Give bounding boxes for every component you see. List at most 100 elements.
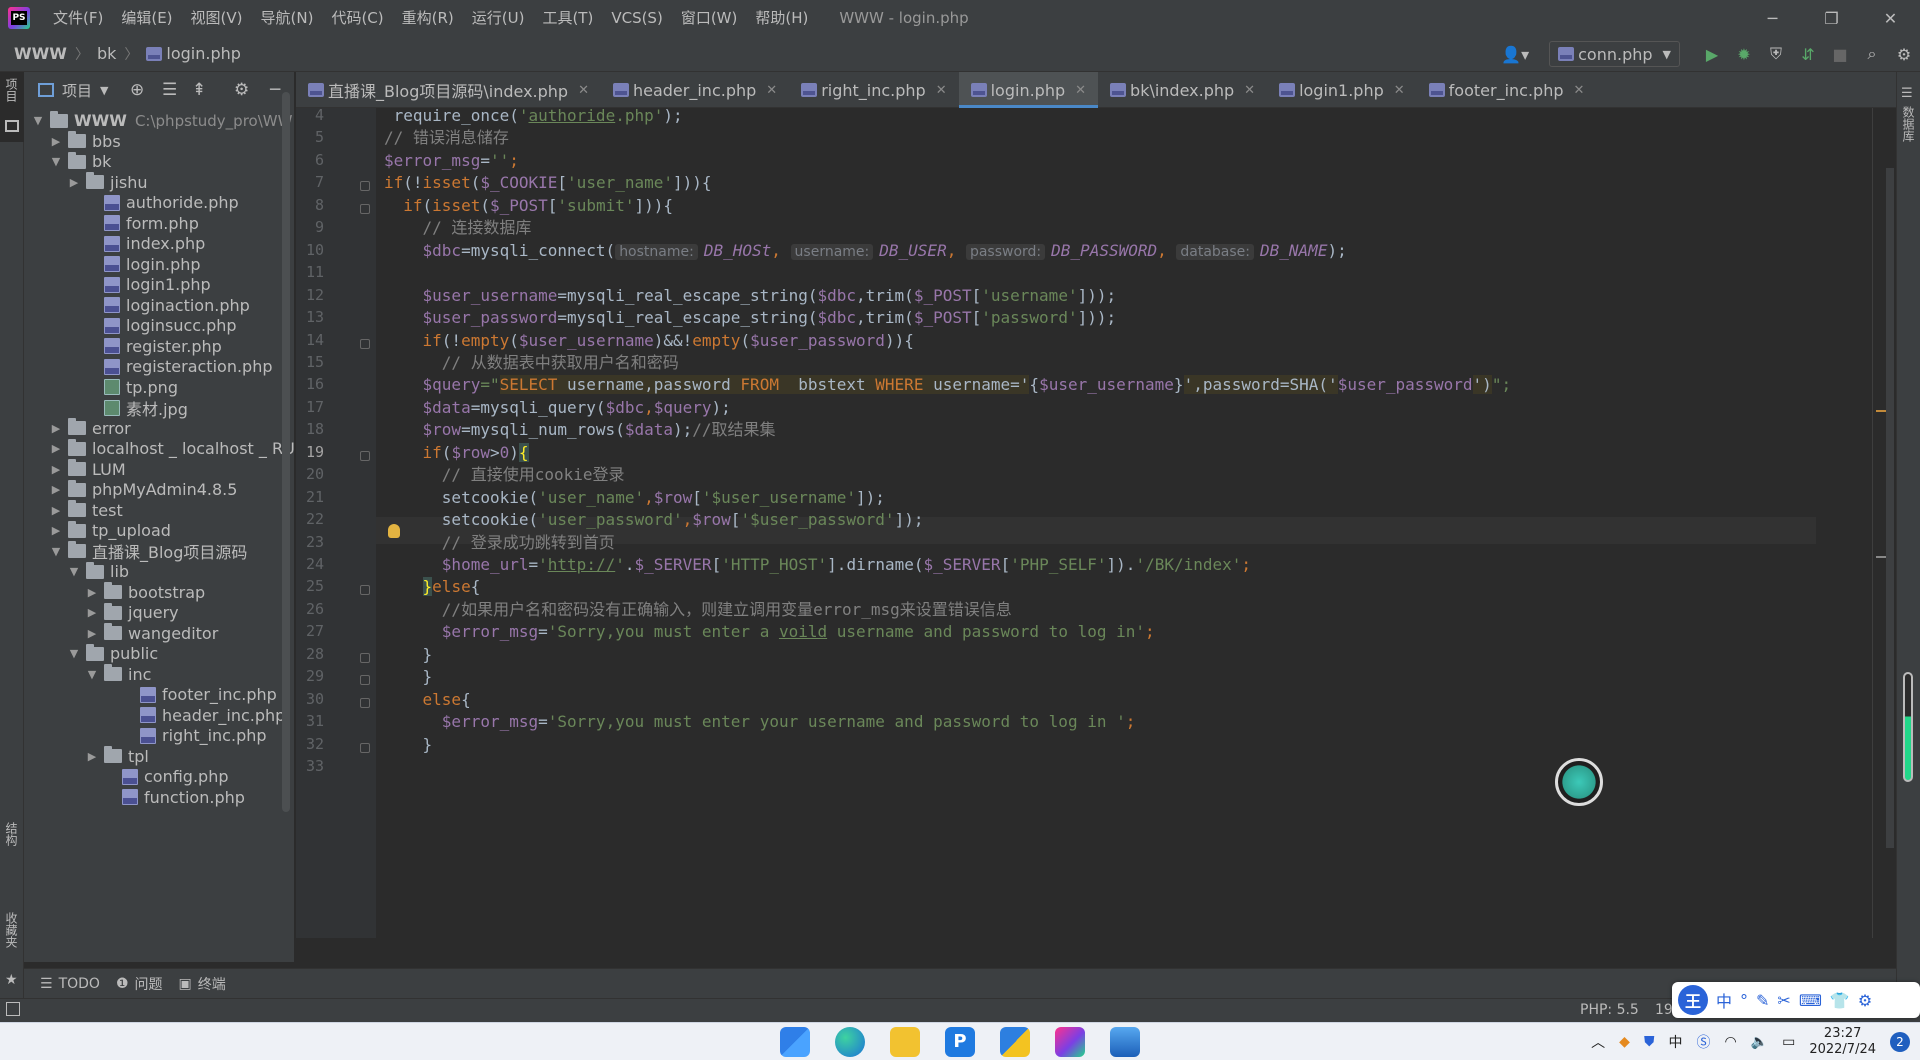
code-line[interactable]: $error_msg='Sorry,you must enter a voild…: [384, 618, 1155, 645]
minimize-button[interactable]: ─: [1743, 0, 1802, 36]
user-add-icon[interactable]: 👤▾: [1499, 36, 1531, 72]
menu-item[interactable]: 重构(R): [393, 0, 463, 36]
start-icon[interactable]: [780, 1027, 810, 1057]
battery-icon[interactable]: ▭: [1782, 1034, 1795, 1050]
tab-file[interactable]: bk\index.php ✕: [1098, 72, 1267, 108]
ime-keyboard-icon[interactable]: ⌨: [1799, 991, 1822, 1010]
tab-active[interactable]: login.php ✕: [958, 72, 1099, 108]
favorites-tool-label[interactable]: 收藏夹: [3, 912, 20, 948]
fold-marker-icon[interactable]: [360, 450, 370, 461]
ime-handwrite-icon[interactable]: ✎: [1756, 991, 1769, 1010]
chevron-down-icon[interactable]: ▼: [84, 668, 100, 681]
restore-button[interactable]: ❐: [1802, 0, 1861, 36]
fold-marker-icon[interactable]: [360, 697, 370, 708]
menu-item[interactable]: VCS(S): [602, 0, 671, 36]
structure-tool-label[interactable]: 结构: [3, 822, 20, 846]
run-icon[interactable]: ▶: [1696, 36, 1728, 72]
todo-tool-button[interactable]: ☰ TODO: [40, 976, 100, 992]
close-icon[interactable]: ✕: [936, 83, 947, 98]
notification-badge[interactable]: 2: [1890, 1032, 1910, 1052]
chevron-right-icon[interactable]: ▶: [84, 750, 100, 763]
tab-file[interactable]: 直播课_Blog项目源码\index.php ✕: [296, 72, 601, 108]
chevron-right-icon[interactable]: ▶: [48, 463, 64, 476]
chevron-down-icon[interactable]: ▼: [66, 565, 82, 578]
chevron-right-icon[interactable]: ▶: [66, 176, 82, 189]
search-icon[interactable]: ⌕: [1856, 36, 1888, 72]
code-line[interactable]: $dbc=mysqli_connect(hostname: DB_HOSt, us…: [384, 237, 1347, 264]
menu-item[interactable]: 工具(T): [533, 0, 602, 36]
fold-marker-icon[interactable]: [360, 652, 370, 663]
close-icon[interactable]: ✕: [1244, 83, 1255, 98]
tab-file[interactable]: footer_inc.php ✕: [1417, 72, 1597, 108]
fold-marker-icon[interactable]: [360, 585, 370, 596]
tray-ime-icon[interactable]: Ⓢ: [1696, 1032, 1710, 1052]
menu-item[interactable]: 运行(U): [463, 0, 534, 36]
chevron-down-icon[interactable]: ▼: [100, 84, 108, 97]
chevron-right-icon[interactable]: ▶: [48, 483, 64, 496]
editor-scrollbar[interactable]: [1886, 168, 1894, 848]
tree-file[interactable]: function.php: [24, 785, 245, 810]
fold-marker-icon[interactable]: [360, 338, 370, 349]
tab-file[interactable]: header_inc.php ✕: [601, 72, 789, 108]
lightbulb-icon[interactable]: [388, 524, 400, 538]
chevron-up-icon[interactable]: ︿: [1591, 1032, 1605, 1052]
close-icon[interactable]: ✕: [1394, 83, 1405, 98]
hide-panel-icon[interactable]: ─: [270, 80, 280, 100]
clock[interactable]: 23:27 2022/7/24: [1809, 1026, 1876, 1058]
chevron-right-icon[interactable]: ▶: [48, 504, 64, 517]
ime-logo[interactable]: 王: [1678, 985, 1708, 1015]
volume-icon[interactable]: 🔈: [1751, 1034, 1768, 1050]
fold-marker-icon[interactable]: [360, 742, 370, 753]
settings-gear-icon[interactable]: ⚙: [1888, 36, 1920, 72]
photos-icon[interactable]: [1110, 1027, 1140, 1057]
settings-gear-icon[interactable]: ⚙: [234, 80, 249, 100]
fold-marker-icon[interactable]: [360, 675, 370, 686]
close-icon[interactable]: ✕: [1574, 83, 1585, 98]
phpstorm-taskbar-icon[interactable]: [1055, 1027, 1085, 1057]
chevron-right-icon[interactable]: ▶: [48, 135, 64, 148]
run-config-select[interactable]: conn.php ▼: [1549, 41, 1680, 67]
database-tool-label[interactable]: 数据库: [1900, 106, 1917, 142]
expand-all-icon[interactable]: ☰: [162, 80, 177, 100]
chevron-down-icon[interactable]: ▼: [48, 155, 64, 168]
chevron-right-icon[interactable]: ▶: [84, 606, 100, 619]
chevron-right-icon[interactable]: ▶: [48, 422, 64, 435]
debug-icon[interactable]: ✹: [1728, 36, 1760, 72]
problems-tool-button[interactable]: ❶ 问题: [116, 974, 163, 994]
close-button[interactable]: ✕: [1861, 0, 1920, 36]
ime-settings-icon[interactable]: ⚙: [1858, 991, 1872, 1010]
chevron-right-icon[interactable]: ▶: [48, 442, 64, 455]
fold-marker-icon[interactable]: [360, 203, 370, 214]
project-view-select[interactable]: 项目: [62, 80, 92, 101]
menu-item[interactable]: 帮助(H): [746, 0, 817, 36]
chevron-down-icon[interactable]: ▼: [48, 545, 64, 558]
toggle-tool-windows-icon[interactable]: [6, 1002, 20, 1016]
input-language[interactable]: 中: [1668, 1032, 1682, 1052]
tray-app-icon[interactable]: ◆: [1619, 1034, 1630, 1050]
menu-item[interactable]: 编辑(E): [112, 0, 181, 36]
chevron-right-icon[interactable]: ▶: [84, 586, 100, 599]
edge-icon[interactable]: [835, 1027, 865, 1057]
close-icon[interactable]: ✕: [766, 83, 777, 98]
close-icon[interactable]: ✕: [578, 83, 589, 98]
menu-item[interactable]: 窗口(W): [672, 0, 747, 36]
code-line[interactable]: $error_msg='Sorry,you must enter your us…: [384, 708, 1136, 735]
profile-icon[interactable]: ⇵: [1792, 36, 1824, 72]
chevron-down-icon[interactable]: ▼: [30, 114, 46, 127]
menu-item[interactable]: 视图(V): [182, 0, 252, 36]
tab-file[interactable]: login1.php ✕: [1267, 72, 1417, 108]
stop-icon[interactable]: ■: [1824, 36, 1856, 72]
menu-item[interactable]: 导航(N): [252, 0, 323, 36]
breadcrumb-www[interactable]: WWW: [14, 44, 67, 63]
security-shield-icon[interactable]: [1000, 1027, 1030, 1057]
close-icon[interactable]: ✕: [1075, 83, 1086, 98]
menu-item[interactable]: 文件(F): [44, 0, 112, 36]
wifi-icon[interactable]: ◠: [1724, 1034, 1736, 1050]
tray-shield-icon[interactable]: ⛊: [1644, 1034, 1655, 1050]
collapse-all-icon[interactable]: ⇞: [192, 80, 206, 100]
tab-file[interactable]: right_inc.php ✕: [789, 72, 958, 108]
ime-mode-chinese[interactable]: 中: [1716, 988, 1732, 1012]
fold-marker-icon[interactable]: [360, 181, 370, 192]
breadcrumb-bk[interactable]: bk: [97, 44, 116, 63]
mascot-icon[interactable]: [1555, 758, 1603, 806]
